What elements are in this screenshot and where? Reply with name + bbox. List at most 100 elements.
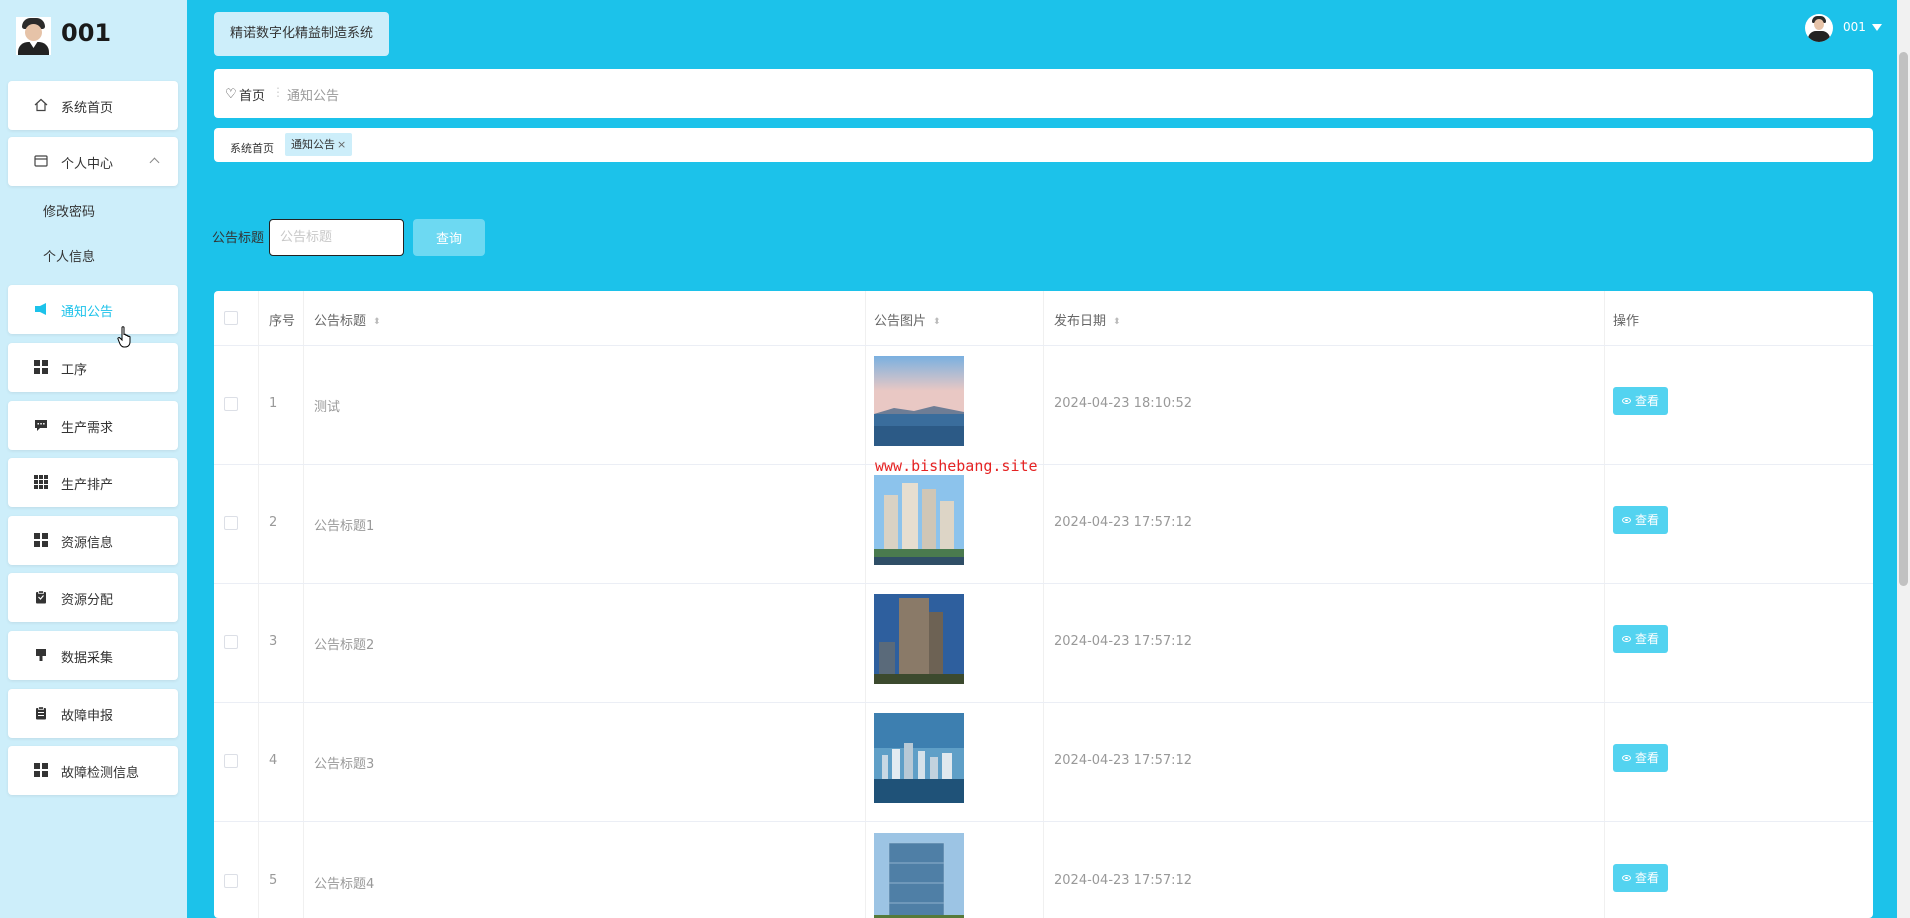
row-title: 公告标题1	[314, 519, 375, 534]
sidebar-item-label: 数据采集	[61, 651, 114, 666]
grid-icon	[34, 763, 48, 777]
brand-name: 001	[61, 19, 112, 47]
search-button[interactable]: 查询	[413, 219, 485, 256]
sort-icon[interactable]: ⬍	[1113, 318, 1121, 327]
view-button[interactable]: 查看	[1613, 864, 1668, 892]
row-checkbox[interactable]	[224, 635, 238, 649]
row-checkbox[interactable]	[224, 754, 238, 768]
user-menu[interactable]: 001	[1805, 14, 1887, 42]
view-label: 查看	[1634, 632, 1659, 646]
view-button[interactable]: 查看	[1613, 744, 1668, 772]
sidebar-item-label: 资源分配	[61, 593, 114, 608]
breadcrumb-home[interactable]: 首页	[239, 85, 265, 104]
row-index: 4	[269, 753, 278, 768]
row-title: 公告标题3	[314, 757, 375, 772]
tag-label: 通知公告	[291, 138, 335, 151]
close-icon[interactable]: ×	[337, 138, 346, 151]
row-date: 2024-04-23 17:57:12	[1054, 873, 1193, 888]
sidebar-item-profile[interactable]: 个人中心	[8, 137, 178, 186]
hand-cursor-icon	[117, 326, 131, 348]
column-header-label: 公告图片	[874, 314, 927, 329]
view-button[interactable]: 查看	[1613, 387, 1668, 415]
view-button[interactable]: 查看	[1613, 506, 1668, 534]
chevron-up-icon	[149, 157, 160, 168]
tall-tower-photo[interactable]	[874, 594, 964, 684]
row-title: 测试	[314, 400, 341, 415]
sidebar-item-label: 系统首页	[61, 101, 114, 116]
data-icon	[34, 648, 48, 662]
row-checkbox[interactable]	[224, 874, 238, 888]
sidebar-item-production-schedule[interactable]: 生产排产	[8, 458, 178, 507]
search-input[interactable]	[269, 219, 404, 256]
sidebar-item-production-demand[interactable]: 生产需求	[8, 401, 178, 450]
sidebar-item-announcements[interactable]: 通知公告	[8, 285, 178, 334]
sidebar-item-fault-detection[interactable]: 故障检测信息	[8, 746, 178, 795]
column-header-image[interactable]: 公告图片 ⬍	[874, 310, 941, 329]
sidebar-item-resource-allocation[interactable]: 资源分配	[8, 573, 178, 622]
sidebar-item-label: 资源信息	[61, 536, 114, 551]
clipboard-icon	[34, 706, 48, 720]
heart-icon: ♡	[225, 87, 237, 102]
home-icon	[34, 98, 48, 112]
view-label: 查看	[1634, 871, 1659, 885]
announcement-table: 序号 公告标题 ⬍ 公告图片 ⬍ 发布日期 ⬍ 操作 1 测试 2024-04-23 …	[214, 291, 1873, 918]
column-header-title[interactable]: 公告标题 ⬍	[314, 310, 381, 329]
column-header-index: 序号	[269, 314, 296, 329]
row-index: 5	[269, 873, 278, 888]
row-checkbox[interactable]	[224, 397, 238, 411]
sidebar-group-profile: 个人中心 修改密码 个人信息	[8, 137, 178, 275]
view-button[interactable]: 查看	[1613, 625, 1668, 653]
grid-icon	[34, 360, 48, 374]
row-checkbox[interactable]	[224, 516, 238, 530]
sidebar: 001 系统首页 个人中心 修改密码 个人信息 通知公告 工序 生产需求 生产排…	[0, 0, 187, 918]
sort-icon[interactable]: ⬍	[933, 318, 941, 327]
sidebar-item-label: 故障申报	[61, 709, 114, 724]
column-header-date[interactable]: 发布日期 ⬍	[1054, 310, 1121, 329]
sidebar-item-data-collection[interactable]: 数据采集	[8, 631, 178, 680]
eye-icon	[1621, 755, 1631, 761]
row-title: 公告标题2	[314, 638, 375, 653]
breadcrumb-separator: ⋮	[272, 85, 284, 99]
sea-mountain-photo[interactable]	[874, 356, 964, 446]
announcement-icon	[34, 302, 48, 316]
tag-home[interactable]: 系统首页	[230, 140, 274, 156]
clipboard-icon	[34, 590, 48, 604]
tags-bar: 系统首页 通知公告 ×	[214, 128, 1873, 162]
sidebar-subitem-personal-info[interactable]: 个人信息	[43, 246, 95, 265]
sidebar-header: 001	[0, 0, 187, 70]
breadcrumb-current: 通知公告	[287, 89, 340, 104]
column-header-actions: 操作	[1613, 314, 1640, 329]
row-date: 2024-04-23 17:57:12	[1054, 634, 1193, 649]
profile-card-icon	[34, 154, 48, 172]
eye-icon	[1621, 398, 1631, 404]
sidebar-item-process[interactable]: 工序	[8, 343, 178, 392]
view-label: 查看	[1634, 751, 1659, 765]
glass-building-photo[interactable]	[874, 833, 964, 918]
row-index: 3	[269, 634, 278, 649]
sidebar-item-label: 故障检测信息	[61, 766, 140, 781]
caret-down-icon	[1872, 24, 1882, 31]
eye-icon	[1621, 636, 1631, 642]
city-skyline-photo[interactable]	[874, 713, 964, 803]
sidebar-item-resource-info[interactable]: 资源信息	[8, 516, 178, 565]
sidebar-item-label: 个人中心	[61, 157, 114, 172]
tag-announcements[interactable]: 通知公告 ×	[285, 133, 353, 156]
column-header-label: 发布日期	[1054, 314, 1107, 329]
scrollbar-thumb[interactable]	[1899, 52, 1908, 586]
sort-icon[interactable]: ⬍	[373, 318, 381, 327]
sidebar-item-label: 通知公告	[61, 305, 114, 320]
scrollbar[interactable]	[1897, 0, 1910, 918]
apartment-towers-photo[interactable]	[874, 475, 964, 565]
sidebar-item-home[interactable]: 系统首页	[8, 81, 178, 130]
sidebar-subitem-change-password[interactable]: 修改密码	[43, 201, 95, 220]
eye-icon	[1621, 875, 1631, 881]
grid-icon	[34, 533, 48, 547]
row-date: 2024-04-23 17:57:12	[1054, 753, 1193, 768]
row-index: 1	[269, 396, 278, 411]
grid-9-icon	[34, 475, 48, 489]
breadcrumb: ♡ 首页 ⋮ 通知公告	[214, 69, 1873, 118]
select-all-checkbox[interactable]	[224, 311, 238, 325]
row-date: 2024-04-23 17:57:12	[1054, 515, 1193, 530]
row-date: 2024-04-23 18:10:52	[1054, 396, 1193, 411]
sidebar-item-fault-report[interactable]: 故障申报	[8, 689, 178, 738]
